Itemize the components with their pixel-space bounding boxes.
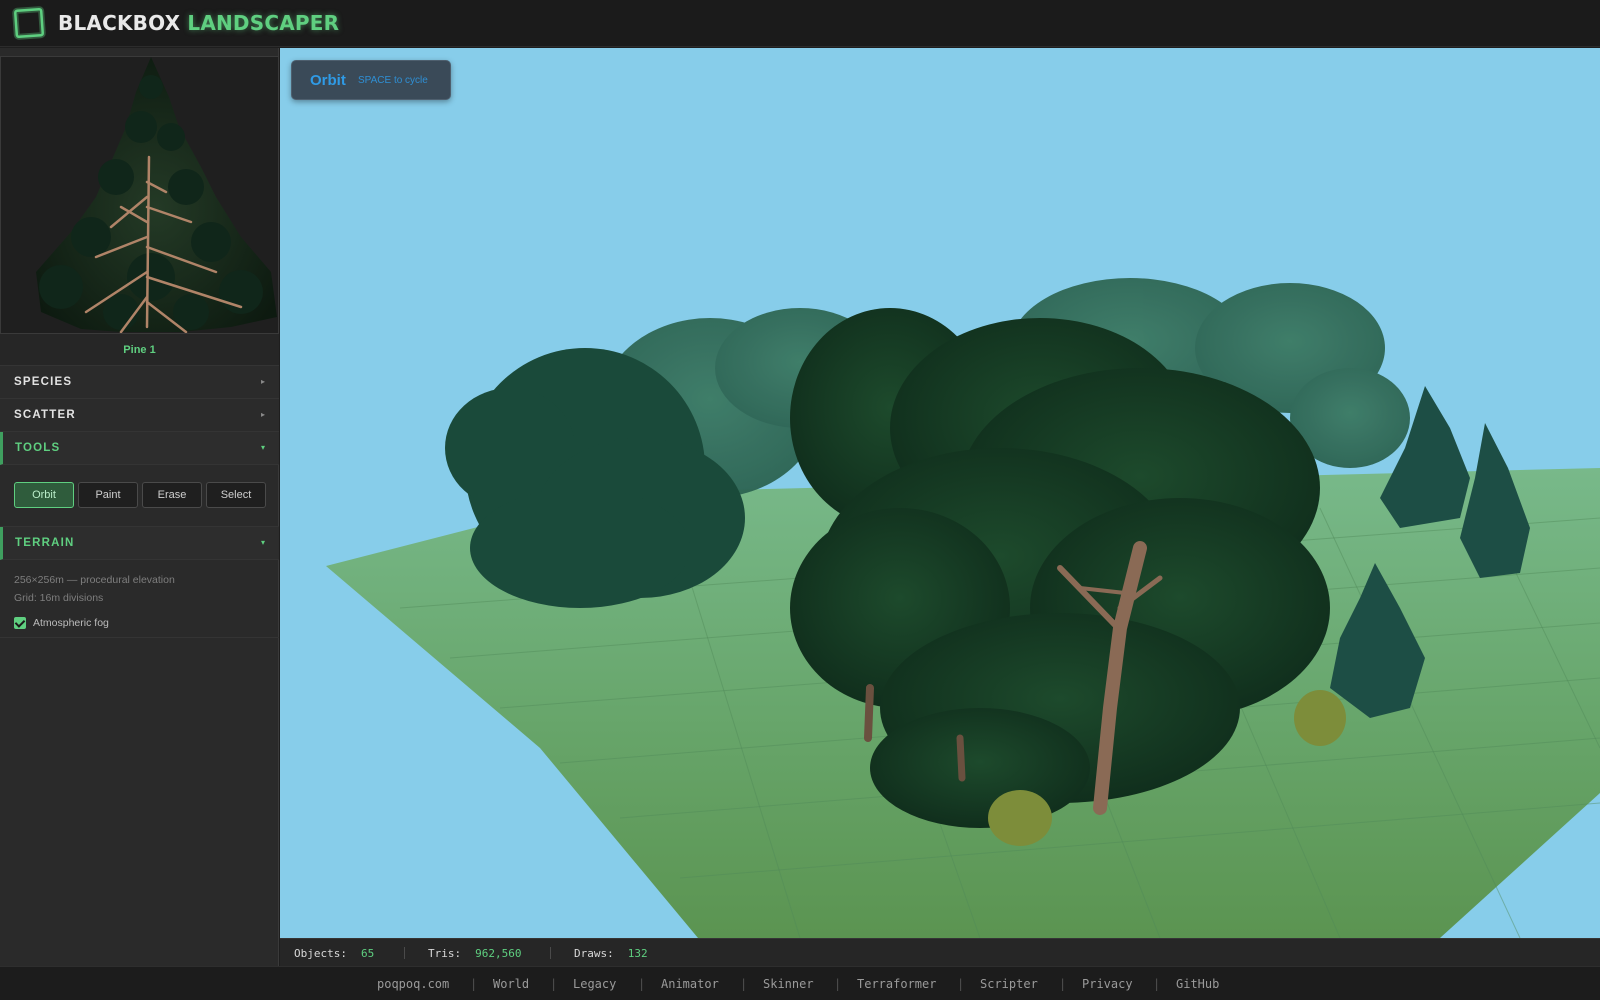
app-title: BLACKBOX LANDSCAPER <box>58 11 339 35</box>
footer-link-world[interactable]: World <box>493 977 529 991</box>
chevron-down-icon: ▾ <box>260 538 265 547</box>
footer-link-scripter[interactable]: Scripter <box>980 977 1038 991</box>
stat-tris-value: 962,560 <box>475 947 522 960</box>
footer-separator: | <box>638 977 646 991</box>
app-header: BLACKBOX LANDSCAPER <box>0 0 1600 47</box>
footer-link-legacy[interactable]: Legacy <box>573 977 616 991</box>
section-scatter[interactable]: SCATTER ▸ <box>0 399 279 432</box>
stat-tris: Tris: 962,560 <box>428 947 521 960</box>
stat-objects: Objects: 65 <box>294 947 374 960</box>
tool-paint-button[interactable]: Paint <box>78 482 138 508</box>
status-bar: Objects: 65 Tris: 962,560 Draws: 132 <box>280 938 1600 966</box>
chevron-right-icon: ▸ <box>260 377 265 386</box>
stat-draws-value: 132 <box>627 947 648 960</box>
stat-tris-label: Tris: <box>428 947 462 960</box>
footer-separator: | <box>834 977 842 991</box>
section-species[interactable]: SPECIES ▸ <box>0 366 279 399</box>
terrain-panel: 256×256m — procedural elevation Grid: 16… <box>0 560 279 638</box>
logo-icon <box>12 6 46 40</box>
camera-mode-indicator: Orbit SPACE to cycle <box>291 60 451 100</box>
footer-nav: poqpoq.com | World | Legacy | Animator |… <box>0 966 1600 1000</box>
stat-objects-value: 65 <box>360 947 375 960</box>
landscape-scene[interactable] <box>280 48 1600 938</box>
status-divider <box>550 947 551 959</box>
terrain-size-text: 256×256m — procedural elevation <box>14 574 175 586</box>
tool-erase-button[interactable]: Erase <box>142 482 202 508</box>
brand-name: BLACKBOX <box>58 11 181 35</box>
stat-draws-label: Draws: <box>574 947 614 960</box>
section-terrain[interactable]: TERRAIN ▾ <box>0 527 279 560</box>
status-divider <box>404 947 405 959</box>
tools-panel: Orbit Paint Erase Select <box>0 472 279 527</box>
preview-species-name: Pine 1 <box>0 334 279 366</box>
footer-separator: | <box>1153 977 1161 991</box>
footer-link-skinner[interactable]: Skinner <box>763 977 814 991</box>
3d-viewport[interactable]: Orbit SPACE to cycle <box>280 48 1600 938</box>
terrain-grid-text: Grid: 16m divisions <box>14 592 104 604</box>
pine-tree-preview-image <box>36 57 277 333</box>
tool-select-button[interactable]: Select <box>206 482 266 508</box>
camera-mode-label: Orbit <box>310 72 346 89</box>
chevron-right-icon: ▸ <box>260 410 265 419</box>
species-preview <box>0 56 279 334</box>
chevron-down-icon: ▾ <box>260 443 265 452</box>
section-scatter-title: SCATTER <box>14 409 76 421</box>
footer-link-animator[interactable]: Animator <box>661 977 719 991</box>
sidebar: Pine 1 SPECIES ▸ SCATTER ▸ TOOLS ▾ Orbit… <box>0 48 279 966</box>
section-terrain-title: TERRAIN <box>15 537 75 549</box>
camera-mode-hint: SPACE to cycle <box>358 75 428 86</box>
footer-separator: | <box>740 977 748 991</box>
stat-objects-label: Objects: <box>294 947 347 960</box>
tool-orbit-button[interactable]: Orbit <box>14 482 74 508</box>
stat-draws: Draws: 132 <box>574 947 648 960</box>
footer-separator: | <box>470 977 478 991</box>
brand-product: LANDSCAPER <box>187 11 340 35</box>
footer-link-github[interactable]: GitHub <box>1176 977 1219 991</box>
section-tools-title: TOOLS <box>15 442 61 454</box>
fog-label: Atmospheric fog <box>33 617 109 629</box>
footer-link-privacy[interactable]: Privacy <box>1082 977 1133 991</box>
section-tools[interactable]: TOOLS ▾ <box>0 432 279 465</box>
fog-toggle-row[interactable]: Atmospheric fog <box>14 616 109 630</box>
footer-link-terraformer[interactable]: Terraformer <box>857 977 936 991</box>
footer-separator: | <box>957 977 965 991</box>
footer-separator: | <box>1059 977 1067 991</box>
footer-separator: | <box>550 977 558 991</box>
footer-link-poqpoq[interactable]: poqpoq.com <box>377 977 449 991</box>
fog-checkbox[interactable] <box>14 617 26 629</box>
section-species-title: SPECIES <box>14 376 73 388</box>
